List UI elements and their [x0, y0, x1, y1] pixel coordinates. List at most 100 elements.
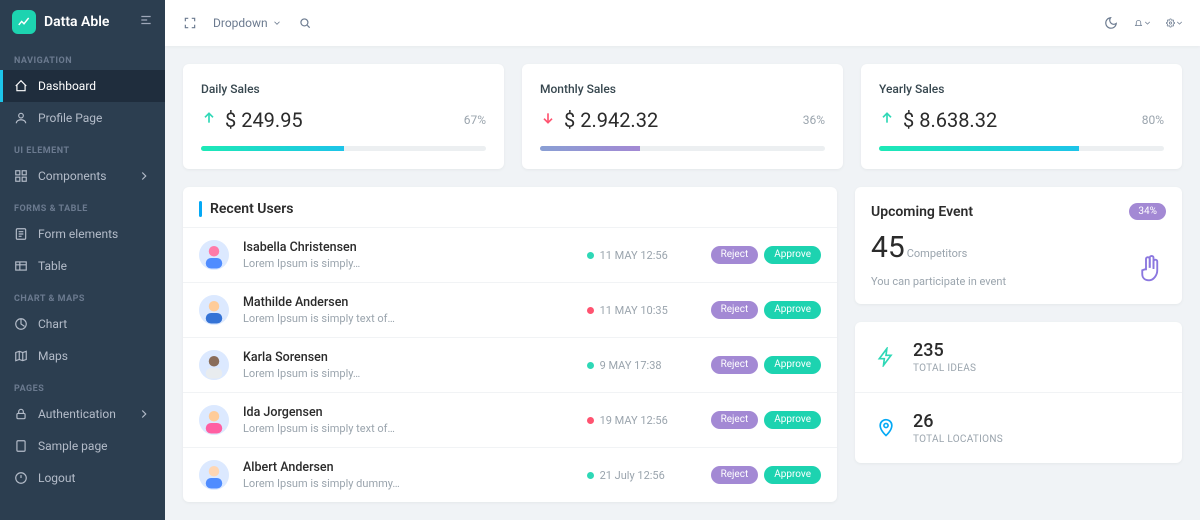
status-dot — [587, 307, 594, 314]
reject-button[interactable]: Reject — [711, 301, 759, 319]
approve-button[interactable]: Approve — [764, 466, 821, 484]
chevron-right-icon — [137, 169, 151, 183]
card-label: Yearly Sales — [879, 82, 1164, 96]
sidebar-item-label: Chart — [38, 317, 67, 331]
sidebar-item-label: Dashboard — [38, 79, 96, 93]
reject-button[interactable]: Reject — [711, 246, 759, 264]
sales-card: Yearly Sales $ 8.638.32 80% — [861, 64, 1182, 169]
user-name: Albert Andersen — [243, 460, 573, 475]
user-subtext: Lorem Ipsum is simply text of… — [243, 312, 573, 325]
status-dot — [587, 252, 594, 259]
pin-icon — [873, 415, 899, 441]
user-subtext: Lorem Ipsum is simply text of… — [243, 422, 573, 435]
sidebar-item-dashboard[interactable]: Dashboard — [0, 70, 165, 102]
stat-value: 235 — [913, 340, 976, 361]
notifications-icon[interactable] — [1134, 14, 1152, 32]
user-name: Mathilde Andersen — [243, 295, 573, 310]
avatar — [199, 295, 229, 325]
stat-row: 26 TOTAL LOCATIONS — [855, 392, 1182, 463]
sidebar-item-authentication[interactable]: Authentication — [0, 398, 165, 430]
status-dot — [587, 472, 594, 479]
sidebar-item-logout[interactable]: Logout — [0, 462, 165, 494]
sidebar-item-label: Sample page — [38, 439, 108, 453]
user-name: Karla Sorensen — [243, 350, 573, 365]
sidebar-section-pages: PAGES — [0, 372, 165, 398]
reject-button[interactable]: Reject — [711, 411, 759, 429]
avatar — [199, 240, 229, 270]
user-time: 9 MAY 17:38 — [600, 359, 662, 372]
arrow-up-icon — [201, 110, 217, 130]
user-time: 21 July 12:56 — [600, 469, 665, 482]
approve-button[interactable]: Approve — [764, 246, 821, 264]
sidebar-item-form-elements[interactable]: Form elements — [0, 218, 165, 250]
user-subtext: Lorem Ipsum is simply… — [243, 367, 573, 380]
topbar: Dropdown — [165, 0, 1200, 46]
sidebar-section-ui: UI ELEMENT — [0, 134, 165, 160]
brand: Datta Able — [0, 0, 165, 44]
user-row: Albert Andersen Lorem Ipsum is simply du… — [183, 447, 837, 502]
search-icon[interactable] — [296, 14, 314, 32]
avatar — [199, 405, 229, 435]
sidebar-item-label: Profile Page — [38, 111, 102, 125]
card-label: Monthly Sales — [540, 82, 825, 96]
user-name: Isabella Christensen — [243, 240, 573, 255]
status-dot — [587, 417, 594, 424]
user-subtext: Lorem Ipsum is simply… — [243, 257, 573, 270]
panel-title: Upcoming Event — [871, 204, 973, 220]
card-percent: 67% — [464, 113, 486, 127]
status-dot — [587, 362, 594, 369]
sidebar-item-label: Logout — [38, 471, 75, 485]
brand-name: Datta Able — [44, 14, 109, 30]
card-amount: $ 249.95 — [225, 108, 303, 132]
sidebar-item-profile[interactable]: Profile Page — [0, 102, 165, 134]
sidebar-item-label: Form elements — [38, 227, 118, 241]
stat-label: TOTAL IDEAS — [913, 363, 976, 374]
sales-card: Daily Sales $ 249.95 67% — [183, 64, 504, 169]
avatar — [199, 350, 229, 380]
sidebar-item-label: Authentication — [38, 407, 116, 421]
reject-button[interactable]: Reject — [711, 466, 759, 484]
chevron-down-icon — [272, 18, 282, 28]
upcoming-event-panel: Upcoming Event 34% 45 Competitors You ca… — [855, 187, 1182, 304]
stats-panel: 235 TOTAL IDEAS 26 TOTAL LOCATIONS — [855, 322, 1182, 463]
arrow-up-icon — [879, 110, 895, 130]
settings-icon[interactable] — [1166, 14, 1184, 32]
sidebar-item-sample-page[interactable]: Sample page — [0, 430, 165, 462]
recent-users-panel: Recent Users Isabella Christensen Lorem … — [183, 187, 837, 502]
reject-button[interactable]: Reject — [711, 356, 759, 374]
approve-button[interactable]: Approve — [764, 301, 821, 319]
user-row: Karla Sorensen Lorem Ipsum is simply… 9 … — [183, 337, 837, 392]
theme-toggle-icon[interactable] — [1102, 14, 1120, 32]
zap-icon — [873, 344, 899, 370]
sidebar-item-label: Maps — [38, 349, 68, 363]
panel-title: Recent Users — [210, 201, 293, 217]
card-amount: $ 2.942.32 — [564, 108, 658, 132]
stat-label: TOTAL LOCATIONS — [913, 434, 1003, 445]
arrow-down-icon — [540, 110, 556, 130]
stat-row: 235 TOTAL IDEAS — [855, 322, 1182, 392]
approve-button[interactable]: Approve — [764, 356, 821, 374]
user-row: Mathilde Andersen Lorem Ipsum is simply … — [183, 282, 837, 337]
sidebar-item-maps[interactable]: Maps — [0, 340, 165, 372]
upcoming-note: You can participate in event — [871, 275, 1006, 288]
progress-bar — [201, 146, 486, 151]
sidebar-item-label: Components — [38, 169, 107, 183]
dropdown-menu[interactable]: Dropdown — [213, 16, 282, 30]
chevron-right-icon — [137, 407, 151, 421]
approve-button[interactable]: Approve — [764, 411, 821, 429]
stat-value: 26 — [913, 411, 1003, 432]
user-time: 19 MAY 12:56 — [600, 414, 668, 427]
fullscreen-icon[interactable] — [181, 14, 199, 32]
chevron-down-icon — [1143, 16, 1152, 30]
sidebar-item-chart[interactable]: Chart — [0, 308, 165, 340]
sidebar-item-components[interactable]: Components — [0, 160, 165, 192]
sales-card: Monthly Sales $ 2.942.32 36% — [522, 64, 843, 169]
sidebar-item-table[interactable]: Table — [0, 250, 165, 282]
dropdown-label: Dropdown — [213, 16, 268, 30]
sidebar: Datta Able NAVIGATION Dashboard Profile … — [0, 0, 165, 520]
user-row: Ida Jorgensen Lorem Ipsum is simply text… — [183, 392, 837, 447]
menu-toggle-icon[interactable] — [139, 13, 153, 31]
user-subtext: Lorem Ipsum is simply dummy… — [243, 477, 573, 490]
card-percent: 36% — [803, 113, 825, 127]
card-percent: 80% — [1142, 113, 1164, 127]
